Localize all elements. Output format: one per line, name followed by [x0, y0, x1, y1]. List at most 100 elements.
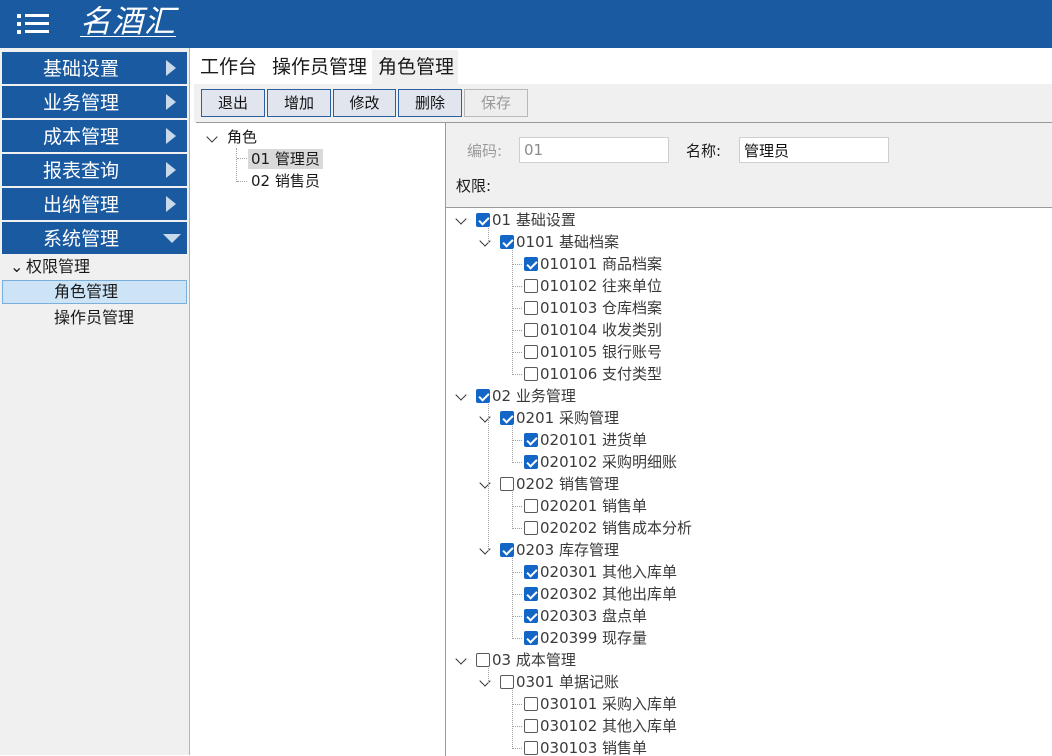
permission-item-label[interactable]: 0301 单据记账 — [516, 672, 619, 692]
permission-checkbox[interactable] — [524, 433, 538, 447]
sidebar-section-reports[interactable]: 报表查询 — [2, 154, 187, 186]
tree-connector — [488, 668, 489, 683]
permission-checkbox[interactable] — [524, 367, 538, 381]
permission-checkbox[interactable] — [524, 301, 538, 315]
permission-item-label[interactable]: 0202 销售管理 — [516, 474, 619, 494]
permission-checkbox[interactable] — [524, 499, 538, 513]
permission-checkbox[interactable] — [524, 741, 538, 755]
permission-item-label[interactable]: 010105 银行账号 — [540, 342, 662, 362]
permission-item-label[interactable]: 020101 进货单 — [540, 430, 647, 450]
permission-checkbox[interactable] — [524, 565, 538, 579]
sidebar-section-system[interactable]: 系统管理 — [2, 222, 187, 254]
hamburger-menu-icon[interactable] — [17, 13, 49, 35]
permission-item-label[interactable]: 020201 销售单 — [540, 496, 647, 516]
permission-checkbox[interactable] — [476, 653, 490, 667]
tree-connector — [512, 506, 522, 507]
sidebar-item-operator-management[interactable]: 操作员管理 — [2, 306, 187, 330]
add-button[interactable]: 增加 — [267, 89, 331, 117]
permission-item-label[interactable]: 0201 采购管理 — [516, 408, 619, 428]
permission-item-label[interactable]: 010102 往来单位 — [540, 276, 662, 296]
sidebar-section-label: 基础设置 — [42, 58, 119, 80]
permission-item-label[interactable]: 02 业务管理 — [492, 386, 576, 406]
permission-item-label[interactable]: 030102 其他入库单 — [540, 716, 677, 736]
permission-item-label[interactable]: 030103 销售单 — [540, 738, 647, 756]
tab-role-management[interactable]: 角色管理 — [372, 50, 458, 84]
app-logo: 名酒汇 — [80, 4, 176, 40]
collapse-arrow-icon — [163, 234, 181, 243]
code-field[interactable] — [519, 137, 669, 163]
permission-checkbox[interactable] — [524, 455, 538, 469]
sidebar-section-cashier[interactable]: 出纳管理 — [2, 188, 187, 220]
permission-checkbox[interactable] — [524, 587, 538, 601]
permission-checkbox[interactable] — [500, 543, 514, 557]
name-field[interactable] — [739, 137, 889, 163]
tab-bar: 工作台 操作员管理 角色管理 — [194, 50, 1052, 84]
permission-checkbox[interactable] — [524, 719, 538, 733]
permission-item-label[interactable]: 020302 其他出库单 — [540, 584, 677, 604]
permission-item-label[interactable]: 01 基础设置 — [492, 210, 576, 230]
expand-arrow-icon — [166, 196, 176, 212]
role-item-sales[interactable]: 02 销售员 — [251, 171, 320, 191]
tree-connector — [512, 352, 522, 353]
sidebar-group-permissions[interactable]: ⌄ 权限管理 — [10, 256, 90, 278]
sidebar-section-label: 报表查询 — [42, 160, 119, 182]
permission-checkbox[interactable] — [524, 323, 538, 337]
permission-checkbox[interactable] — [524, 279, 538, 293]
tree-connector — [236, 148, 237, 182]
chevron-down-icon[interactable] — [455, 213, 467, 225]
role-tree-root[interactable]: 角色 — [227, 127, 257, 147]
tree-connector — [512, 638, 522, 639]
permission-checkbox[interactable] — [500, 411, 514, 425]
permission-item-label[interactable]: 010101 商品档案 — [540, 254, 662, 274]
expand-arrow-icon — [166, 162, 176, 178]
permission-checkbox[interactable] — [524, 521, 538, 535]
permission-checkbox[interactable] — [524, 257, 538, 271]
role-tree-panel: 角色 01 管理员 02 销售员 — [196, 122, 446, 756]
permission-item-label[interactable]: 020102 采购明细账 — [540, 452, 677, 472]
save-button[interactable]: 保存 — [464, 89, 528, 117]
permission-checkbox[interactable] — [524, 631, 538, 645]
chevron-down-icon[interactable] — [206, 131, 218, 143]
delete-button[interactable]: 删除 — [398, 89, 462, 117]
chevron-down-icon[interactable] — [455, 389, 467, 401]
permission-checkbox[interactable] — [476, 213, 490, 227]
permission-item-label[interactable]: 0203 库存管理 — [516, 540, 619, 560]
sidebar-item-label: 操作员管理 — [54, 308, 135, 327]
permission-item-label[interactable]: 020202 销售成本分析 — [540, 518, 692, 538]
permission-item-label[interactable]: 010103 仓库档案 — [540, 298, 662, 318]
sidebar-section-label: 出纳管理 — [42, 194, 119, 216]
permission-item-label[interactable]: 03 成本管理 — [492, 650, 576, 670]
tree-connector — [512, 558, 513, 639]
tab-operator-management[interactable]: 操作员管理 — [272, 50, 370, 84]
permission-item-label[interactable]: 020303 盘点单 — [540, 606, 647, 626]
tree-connector — [512, 726, 522, 727]
permission-item-label[interactable]: 010104 收发类别 — [540, 320, 662, 340]
permission-checkbox[interactable] — [500, 235, 514, 249]
permission-item-label[interactable]: 010106 支付类型 — [540, 364, 662, 384]
permissions-label: 权限: — [456, 177, 492, 195]
permission-checkbox[interactable] — [524, 697, 538, 711]
edit-button[interactable]: 修改 — [333, 89, 396, 117]
permission-item-label[interactable]: 020399 现存量 — [540, 628, 647, 648]
permission-item-label[interactable]: 020301 其他入库单 — [540, 562, 677, 582]
sidebar-section-business[interactable]: 业务管理 — [2, 86, 187, 118]
sidebar-section-basic-settings[interactable]: 基础设置 — [2, 52, 187, 84]
permission-checkbox[interactable] — [524, 345, 538, 359]
permission-checkbox[interactable] — [500, 477, 514, 491]
permission-item-label[interactable]: 0101 基础档案 — [516, 232, 619, 252]
permission-item-label[interactable]: 030101 采购入库单 — [540, 694, 677, 714]
tab-workbench[interactable]: 工作台 — [200, 50, 264, 84]
exit-button[interactable]: 退出 — [201, 89, 265, 117]
tree-connector — [512, 426, 513, 463]
permission-checkbox[interactable] — [500, 675, 514, 689]
permission-checkbox[interactable] — [476, 389, 490, 403]
sidebar: 基础设置 业务管理 成本管理 报表查询 出纳管理 系统管理 ⌄ 权限管理 角色管理… — [0, 48, 190, 755]
permission-checkbox[interactable] — [524, 609, 538, 623]
sidebar-section-cost[interactable]: 成本管理 — [2, 120, 187, 152]
role-item-admin[interactable]: 01 管理员 — [248, 149, 323, 169]
permission-tree: 01 基础设置 0101 基础档案 010101 商品档案 010102 往来单位 01… — [446, 207, 1052, 756]
sidebar-item-label: 角色管理 — [54, 282, 119, 301]
sidebar-item-role-management[interactable]: 角色管理 — [2, 280, 187, 304]
role-detail-form: 编码: 名称: 权限: — [446, 122, 1052, 208]
chevron-down-icon[interactable] — [455, 653, 467, 665]
